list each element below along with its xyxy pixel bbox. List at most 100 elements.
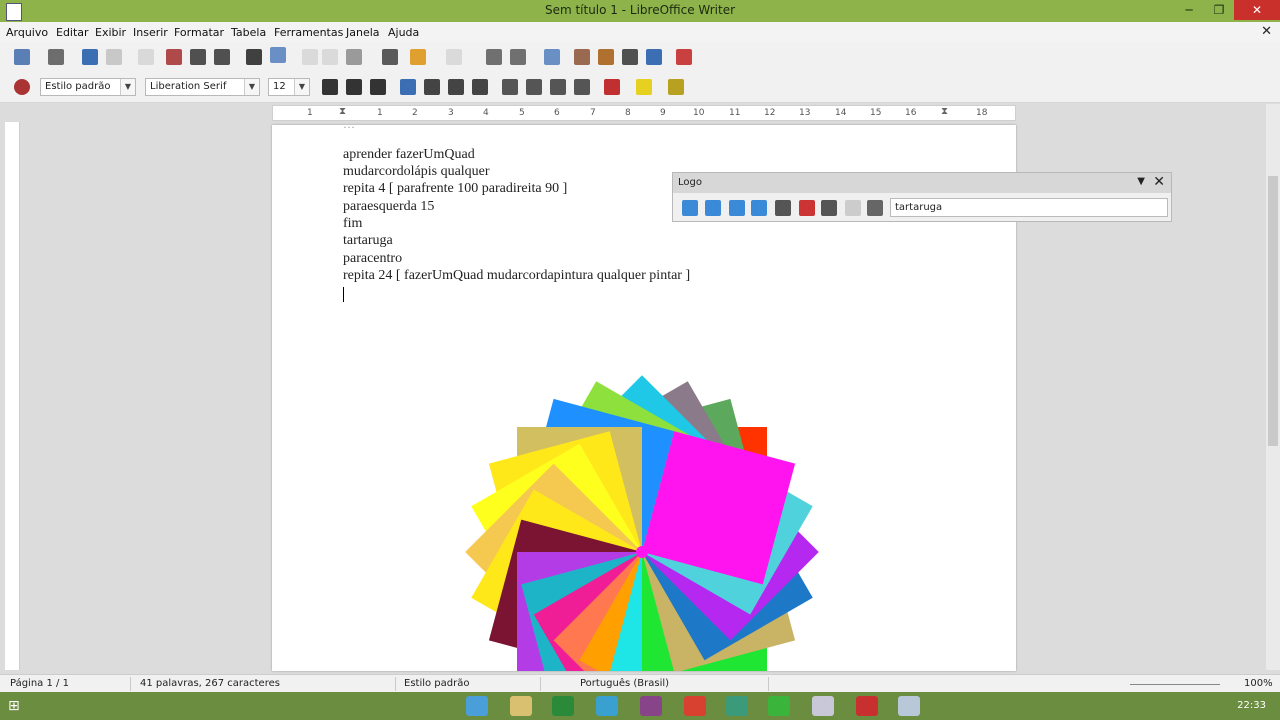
run-icon[interactable] — [775, 200, 791, 216]
app-icon[interactable] — [684, 696, 706, 716]
chevron-down-icon[interactable]: ▼ — [120, 79, 135, 95]
close-icon[interactable]: ✕ — [1153, 174, 1165, 190]
page-style[interactable]: Estilo padrão — [404, 678, 469, 689]
right-icon[interactable] — [751, 200, 767, 216]
app-icon[interactable] — [596, 696, 618, 716]
menu-tabela[interactable]: Tabela — [231, 26, 266, 39]
page-count[interactable]: Página 1 / 1 — [10, 678, 69, 689]
export-pdf-icon[interactable] — [166, 49, 182, 65]
spreadsheet-icon[interactable] — [552, 696, 574, 716]
print-preview-icon[interactable] — [214, 49, 230, 65]
horizontal-ruler[interactable]: 1 1 2 3 4 5 6 7 8 9 10 11 12 13 14 15 16… — [272, 105, 1016, 121]
align-center-icon[interactable] — [424, 79, 440, 95]
menu-ajuda[interactable]: Ajuda — [388, 26, 419, 39]
file-explorer-icon[interactable] — [510, 696, 532, 716]
spellcheck-icon[interactable] — [246, 49, 262, 65]
menu-formatar[interactable]: Formatar — [174, 26, 224, 39]
extension-icon[interactable] — [676, 49, 692, 65]
chevron-down-icon[interactable]: ▼ — [244, 79, 259, 95]
menu-janela[interactable]: Janela — [346, 26, 380, 39]
browser-icon[interactable] — [466, 696, 488, 716]
restore-icon[interactable]: ❐ — [1204, 0, 1234, 20]
clone-formatting-icon[interactable] — [382, 49, 398, 65]
zoom-level[interactable]: 100% — [1244, 678, 1273, 689]
align-right-icon[interactable] — [448, 79, 464, 95]
right-indent-marker[interactable]: ⧗ — [941, 106, 948, 117]
app-icon[interactable] — [640, 696, 662, 716]
language[interactable]: Português (Brasil) — [580, 678, 669, 689]
align-left-icon[interactable] — [400, 79, 416, 95]
left-indent-marker[interactable]: ⧗ — [339, 106, 346, 117]
copy-icon[interactable] — [322, 49, 338, 65]
bold-icon[interactable] — [322, 79, 338, 95]
new-document-icon[interactable] — [14, 49, 30, 65]
increase-indent-icon[interactable] — [574, 79, 590, 95]
status-divider — [540, 677, 541, 691]
open-icon[interactable] — [48, 49, 64, 65]
gallery-icon[interactable] — [622, 49, 638, 65]
minimize-icon[interactable]: ─ — [1174, 0, 1204, 20]
menu-exibir[interactable]: Exibir — [95, 26, 126, 39]
highlight-icon[interactable] — [636, 79, 652, 95]
numbering-icon[interactable] — [502, 79, 518, 95]
font-name-select[interactable]: Liberation Serif ▼ — [145, 78, 260, 96]
edit-mode-icon[interactable] — [138, 49, 154, 65]
scrollbar-thumb[interactable] — [1268, 176, 1278, 446]
clear-screen-icon[interactable] — [845, 200, 861, 216]
paragraph-style-select[interactable]: Estilo padrão ▼ — [40, 78, 136, 96]
clock[interactable]: 22:33 — [1237, 700, 1266, 711]
vertical-scrollbar[interactable] — [1266, 104, 1280, 670]
forward-icon[interactable] — [682, 200, 698, 216]
stop-icon[interactable] — [799, 200, 815, 216]
font-size-select[interactable]: 12 ▼ — [268, 78, 310, 96]
menu-ferramentas[interactable]: Ferramentas — [274, 26, 343, 39]
email-icon[interactable] — [106, 49, 122, 65]
word-count[interactable]: 41 palavras, 267 caracteres — [140, 678, 280, 689]
back-icon[interactable] — [705, 200, 721, 216]
app-icon[interactable] — [768, 696, 790, 716]
cut-icon[interactable] — [302, 49, 318, 65]
close-window-icon[interactable]: ✕ — [1234, 0, 1280, 20]
background-color-icon[interactable] — [668, 79, 684, 95]
logo-toolbar[interactable]: Logo ▼ ✕ tartaruga — [672, 172, 1172, 222]
app-icon[interactable] — [726, 696, 748, 716]
styles-icon[interactable] — [14, 79, 30, 95]
menu-inserir[interactable]: Inserir — [133, 26, 168, 39]
presentation-icon[interactable] — [856, 696, 878, 716]
table-icon[interactable] — [510, 49, 526, 65]
chart-icon[interactable] — [574, 49, 590, 65]
undo-icon[interactable] — [410, 49, 426, 65]
image-icon[interactable] — [544, 49, 560, 65]
print-icon[interactable] — [190, 49, 206, 65]
chevron-down-icon[interactable]: ▼ — [294, 79, 309, 95]
italic-icon[interactable] — [346, 79, 362, 95]
hyperlink-icon[interactable] — [486, 49, 502, 65]
save-icon[interactable] — [82, 49, 98, 65]
paste-icon[interactable] — [346, 49, 362, 65]
start-icon[interactable]: ⊞ — [8, 696, 30, 716]
close-document-icon[interactable]: ✕ — [1261, 24, 1272, 39]
formatting-marks-icon[interactable] — [646, 49, 662, 65]
app-icon[interactable] — [812, 696, 834, 716]
logo-toolbar-header[interactable]: Logo ▼ ✕ — [673, 173, 1171, 193]
writer-taskbar-icon[interactable] — [898, 696, 920, 716]
program-icon[interactable] — [867, 200, 883, 216]
logo-command-input[interactable]: tartaruga — [890, 198, 1168, 217]
navigator-icon[interactable] — [598, 49, 614, 65]
toolbar-menu-icon[interactable]: ▼ — [1137, 176, 1145, 187]
redo-icon[interactable] — [446, 49, 462, 65]
font-color-icon[interactable] — [604, 79, 620, 95]
zoom-slider[interactable] — [1130, 684, 1220, 685]
turtle-drawing[interactable] — [442, 345, 842, 671]
left-icon[interactable] — [729, 200, 745, 216]
vertical-ruler[interactable] — [5, 122, 20, 670]
doc-line-3: repita 4 [ parafrente 100 paradireita 90… — [343, 181, 568, 196]
decrease-indent-icon[interactable] — [550, 79, 566, 95]
bullets-icon[interactable] — [526, 79, 542, 95]
justify-icon[interactable] — [472, 79, 488, 95]
autospellcheck-icon[interactable] — [270, 47, 286, 63]
home-icon[interactable] — [821, 200, 837, 216]
menu-editar[interactable]: Editar — [56, 26, 89, 39]
underline-icon[interactable] — [370, 79, 386, 95]
menu-arquivo[interactable]: Arquivo — [6, 26, 48, 39]
